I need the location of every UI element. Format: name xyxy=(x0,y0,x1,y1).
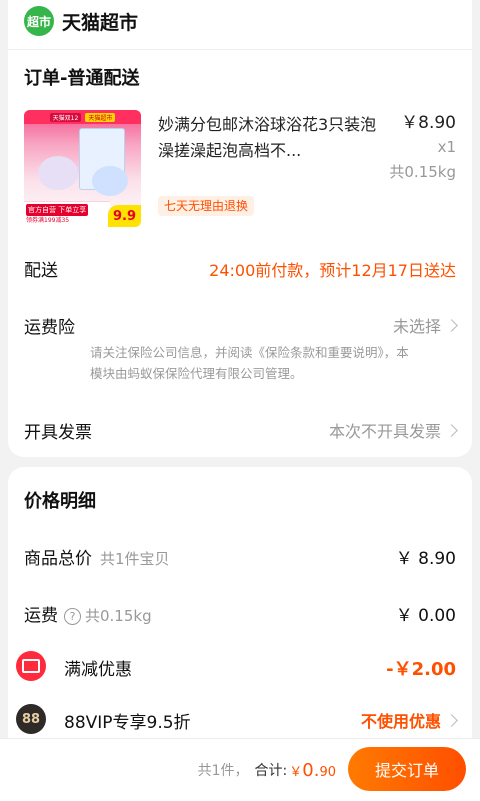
image-promo-bar: 官方自营 下单立享 领券满199减35 xyxy=(24,201,110,227)
chevron-right-icon xyxy=(445,424,458,437)
discount-value: -￥2.00 xyxy=(386,659,456,680)
shipping-value: ￥ 0.00 xyxy=(395,606,456,626)
store-name: 天猫超市 xyxy=(62,11,139,34)
delivery-value: 24:00前付款，预计12月17日送达 xyxy=(209,261,456,280)
product-image-banner: 天猫双12 天猫超市 xyxy=(24,110,141,124)
checkout-bar: 共1件， 合计: ￥0.90 提交订单 xyxy=(0,738,480,801)
insurance-value-text: 未选择 xyxy=(392,317,441,336)
return-policy-badge: 七天无理由退换 xyxy=(158,196,255,216)
shipping-label-text: 运费 xyxy=(24,606,58,626)
goods-total-value: ￥ 8.90 xyxy=(395,549,456,569)
goods-total-label: 商品总价 共1件宝贝 xyxy=(24,544,170,569)
invoice-label: 开具发票 xyxy=(24,423,92,443)
bath-ball-shape xyxy=(92,166,128,196)
bath-ball-shape xyxy=(38,156,78,190)
product-price: ￥8.90 xyxy=(401,113,456,133)
order-section-title: 订单-普通配送 xyxy=(24,68,140,89)
currency-symbol: ￥ xyxy=(289,764,303,780)
total-label: 合计: xyxy=(254,763,288,779)
tmall-supermarket-logo-icon: 超市 xyxy=(24,6,54,36)
image-tag-supermarket: 天猫超市 xyxy=(85,112,116,122)
order-card: 超市 天猫超市 订单-普通配送 天猫双12 天猫超市 官方自营 下单立享 领券满… xyxy=(8,0,472,457)
help-icon[interactable]: ? xyxy=(64,608,81,625)
invoice-value-text: 本次不开具发票 xyxy=(328,422,441,441)
total-amount-dec: 90 xyxy=(319,764,336,780)
goods-total-label-text: 商品总价 xyxy=(24,549,92,569)
item-count: 共1件， xyxy=(197,763,249,779)
insurance-value[interactable]: 未选择 xyxy=(392,313,458,337)
submit-order-button[interactable]: 提交订单 xyxy=(348,747,466,791)
divider xyxy=(8,49,472,50)
image-tag-double12: 天猫双12 xyxy=(49,112,82,122)
vip-label: 88VIP专享9.5折 xyxy=(64,713,191,733)
order-total: 共1件， 合计: ￥0.90 xyxy=(198,739,336,801)
product-price-column: ￥8.90 x1 共0.15kg xyxy=(389,112,456,184)
product-weight: 共0.15kg xyxy=(389,163,456,181)
vip-value-text: 不使用优惠 xyxy=(360,712,441,731)
chevron-right-icon xyxy=(445,714,458,727)
product-quantity: x1 xyxy=(437,138,456,156)
image-price-badge: 9.9 xyxy=(108,205,141,227)
delivery-label: 配送 xyxy=(24,261,58,281)
shipping-label: 运费? 共0.15kg xyxy=(24,601,152,626)
chevron-right-icon xyxy=(445,319,458,332)
total-amount: ￥0.90 xyxy=(289,760,336,781)
price-detail-title: 价格明细 xyxy=(24,491,96,512)
vip-value[interactable]: 不使用优惠 xyxy=(360,708,458,732)
image-price: 9.9 xyxy=(112,208,137,224)
store-header[interactable]: 超市 天猫超市 xyxy=(24,4,138,38)
discount-label: 满减优惠 xyxy=(64,660,132,680)
product-image[interactable]: 天猫双12 天猫超市 官方自营 下单立享 领券满199减35 9.9 xyxy=(24,110,141,227)
insurance-label: 运费险 xyxy=(24,318,75,338)
goods-count-note: 共1件宝贝 xyxy=(100,550,170,568)
invoice-value[interactable]: 本次不开具发票 xyxy=(328,418,458,442)
image-coupon-text: 领券满199减35 xyxy=(26,217,70,224)
ticket-icon xyxy=(16,651,46,681)
shipping-weight-note: 共0.15kg xyxy=(85,607,152,625)
insurance-note: 请关注保险公司信息，并阅读《保险条款和重要说明》，本模块由蚂蚁保保险代理有限公司… xyxy=(90,345,409,381)
vip88-icon: 88 xyxy=(16,704,46,734)
total-amount-int: 0. xyxy=(302,759,320,781)
product-title[interactable]: 妙满分包邮沐浴球浴花3只装泡澡搓澡起泡高档不... xyxy=(158,112,378,164)
